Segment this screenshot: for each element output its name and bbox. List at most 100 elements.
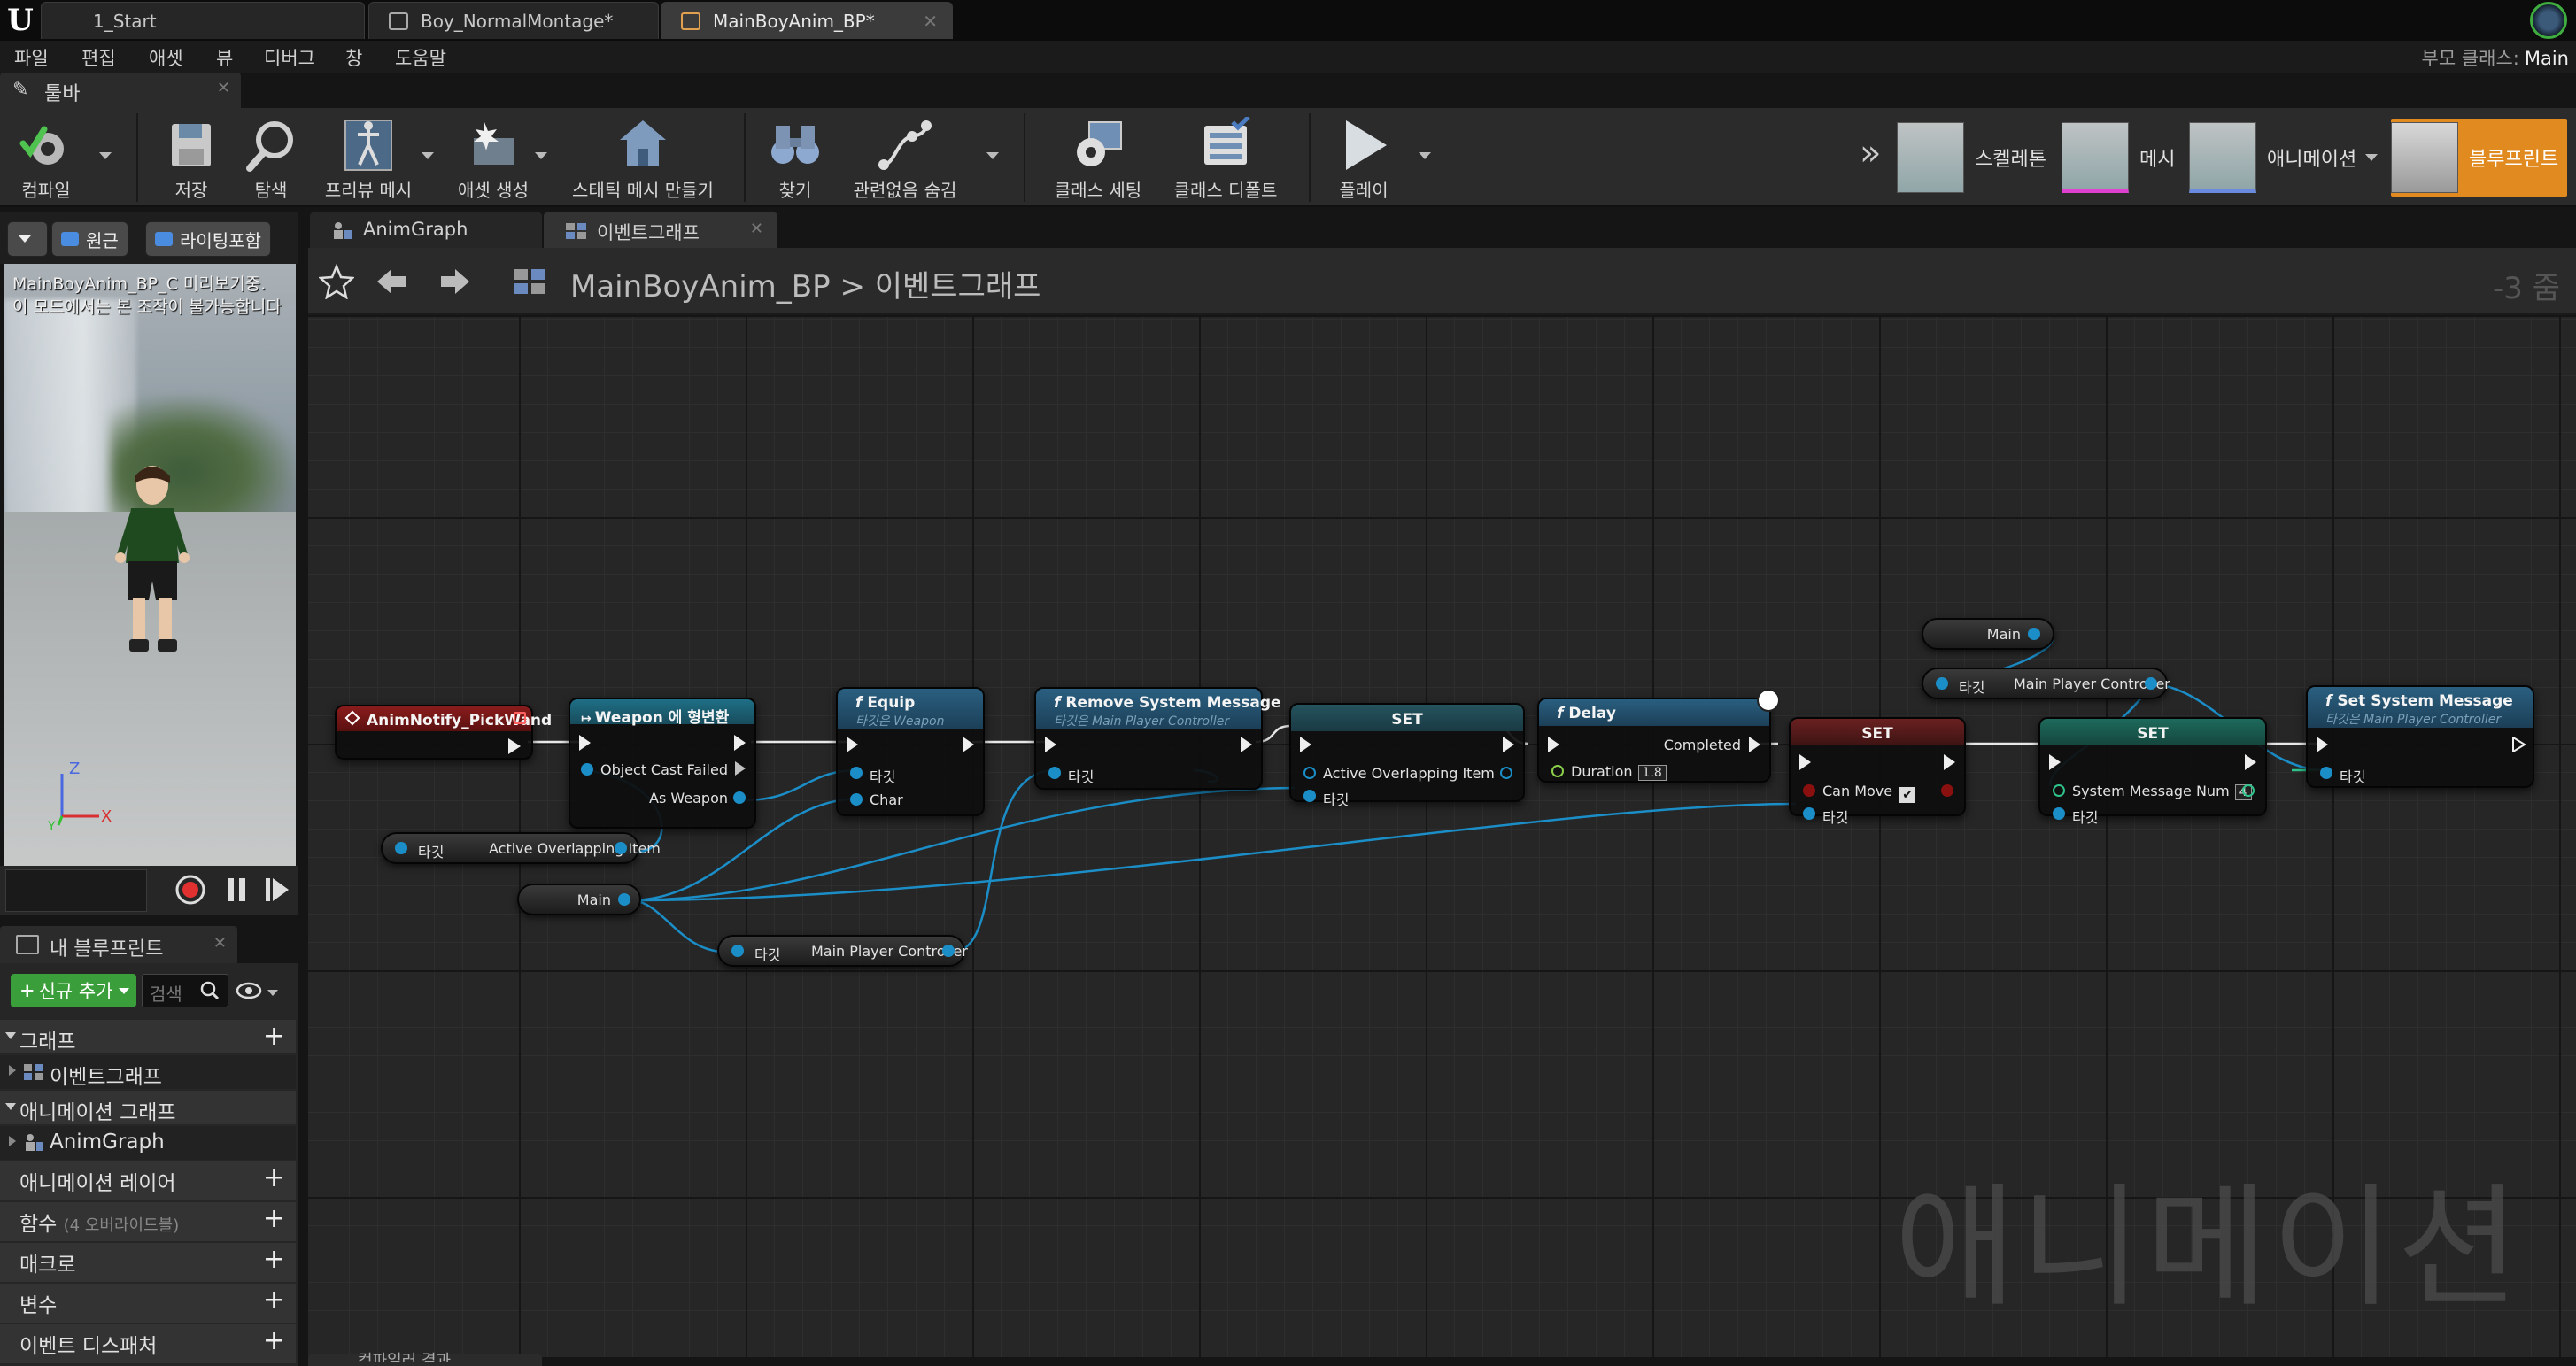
play-dropdown-icon[interactable] [1419,152,1431,159]
parent-class-value[interactable]: Main [2525,48,2569,69]
find-button[interactable]: 찾기 [760,113,831,205]
breadcrumb-root[interactable]: MainBoyAnim_BP [570,269,831,305]
node-get-main[interactable]: Main [517,884,641,915]
toolbar-tab[interactable]: ✎ 툴바 ✕ [0,73,241,108]
target-pin[interactable] [1048,767,1061,779]
add-new-button[interactable]: + 신규 추가 [11,974,136,1007]
node-get-main-player-controller[interactable]: 타깃 Main Player Controller [717,935,968,967]
active-item-out-pin[interactable] [1500,767,1512,779]
category-event-dispatchers[interactable]: 이벤트 디스패처 + [0,1324,296,1363]
as-weapon-pin[interactable] [733,791,746,804]
create-asset-dropdown-icon[interactable] [535,152,547,159]
exec-in-pin[interactable] [1548,737,1559,752]
browse-button[interactable]: 탐색 [236,113,306,205]
delegate-pin-icon[interactable] [514,712,526,724]
pause-icon[interactable] [221,875,251,905]
perspective-button[interactable]: 원근 [51,221,128,257]
output-pin[interactable] [2145,677,2157,690]
output-pin[interactable] [615,842,627,854]
preview-mesh-button[interactable]: 프리뷰 메시 [315,113,422,205]
compiler-results-tab[interactable]: 컴파일러 결과 [308,1352,542,1366]
save-button[interactable]: 저장 [156,113,227,205]
back-arrow-icon[interactable] [375,267,407,296]
menu-edit[interactable]: 편집 [81,44,116,71]
play-button[interactable]: 플레이 [1325,113,1403,205]
exec-in-pin[interactable] [2049,754,2061,770]
mode-animation[interactable]: 애니메이션 [2189,119,2379,197]
add-variable-icon[interactable]: + [263,1285,285,1316]
category-variables[interactable]: 변수 + [0,1284,296,1323]
duration-value-input[interactable]: 1.8 [1637,765,1667,781]
exec-out-pin[interactable] [2512,737,2526,752]
output-pin[interactable] [618,893,630,906]
node-set-system-message[interactable]: f Set System Message 타깃은 Main Player Cont… [2306,685,2534,788]
event-graph-canvas[interactable]: AnimNotify_PickWand ↦ Weapon 에 형변환 Object… [308,317,2576,1357]
node-equip[interactable]: f Equip 타깃은 Weapon 타깃 Char [836,687,985,816]
exec-out-pin[interactable] [2245,754,2256,770]
exec-out-pin[interactable] [508,738,521,754]
menu-help[interactable]: 도움말 [395,44,446,71]
exec-out-pin[interactable] [1944,754,1955,770]
record-icon[interactable] [175,875,205,905]
node-get-main-2[interactable]: Main [1922,618,2054,650]
preview-viewport[interactable]: Z X Y [4,264,296,866]
node-set-active-overlapping-item[interactable]: SET Active Overlapping Item 타깃 [1289,703,1525,808]
exec-in-pin[interactable] [2317,737,2328,752]
class-defaults-button[interactable]: 클래스 디폴트 [1165,113,1286,205]
target-pin[interactable] [1936,677,1948,690]
menu-asset[interactable]: 애셋 [149,44,183,71]
node-delay[interactable]: f Delay Completed Duration 1.8 [1537,689,1780,783]
exec-in-pin[interactable] [847,737,858,752]
target-pin[interactable] [2320,767,2332,779]
close-icon[interactable]: ✕ [213,934,227,953]
output-pin[interactable] [942,945,955,957]
message-num-out-pin[interactable] [2242,784,2255,797]
unreal-logo[interactable]: U [0,0,41,41]
tab-main-boy-anim-bp[interactable]: MainBoyAnim_BP* ✕ [661,2,953,39]
category-macros[interactable]: 매크로 + [0,1243,296,1282]
node-get-active-overlapping-item[interactable]: 타깃 Active Overlapping Item [381,832,661,864]
category-graphs[interactable]: 그래프 + [0,1020,296,1053]
category-anim-graphs[interactable]: 애니메이션 그래프 [0,1091,296,1124]
close-icon[interactable]: ✕ [750,220,763,238]
overflow-chevron-icon[interactable]: » [1860,133,1881,174]
exec-in-pin[interactable] [1300,737,1311,752]
message-num-in-pin[interactable] [2053,784,2065,797]
cast-failed-pin[interactable] [735,761,746,776]
node-cast-to-weapon[interactable]: ↦ Weapon 에 형변환 Object Cast Failed As Weap… [569,698,756,829]
create-asset-button[interactable]: 애셋 생성 [445,113,542,205]
tree-item-anim-graph[interactable]: AnimGraph [0,1126,296,1160]
mode-skeleton[interactable]: 스켈레톤 [1897,119,2046,197]
exec-out-pin[interactable] [1503,737,1514,752]
step-forward-icon[interactable] [262,875,292,905]
node-set-can-move[interactable]: SET Can Move ✔ 타깃 [1789,717,1966,826]
object-pin[interactable] [581,763,593,776]
target-pin[interactable] [731,945,744,957]
completed-exec-pin[interactable] [1749,737,1760,752]
close-icon[interactable]: ✕ [217,79,230,97]
output-pin[interactable] [2028,628,2040,640]
add-anim-layer-icon[interactable]: + [263,1162,285,1193]
category-functions[interactable]: 함수 (4 오버라이드블) + [0,1202,296,1241]
target-pin[interactable] [395,842,407,854]
account-icon[interactable] [2530,2,2567,39]
can-move-out-pin[interactable] [1941,784,1953,797]
add-macro-icon[interactable]: + [263,1244,285,1275]
tab-1-start[interactable]: 1_Start [41,2,365,39]
menu-view[interactable]: 뷰 [216,44,233,71]
target-pin[interactable] [1303,790,1316,802]
node-set-system-message-num[interactable]: SET System Message Num 4 타깃 [2038,717,2267,826]
add-dispatcher-icon[interactable]: + [263,1325,285,1356]
add-graph-icon[interactable]: + [263,1021,285,1052]
target-pin[interactable] [1803,807,1815,820]
exec-in-pin[interactable] [1045,737,1056,752]
target-pin[interactable] [850,767,863,779]
playback-field[interactable] [5,869,147,912]
active-item-in-pin[interactable] [1303,767,1316,779]
viewport-options-button[interactable] [7,221,48,257]
preview-mesh-dropdown-icon[interactable] [422,152,434,159]
tab-event-graph[interactable]: 이벤트그래프 ✕ [544,212,777,248]
can-move-in-pin[interactable] [1803,784,1815,797]
exec-in-pin[interactable] [1799,754,1811,770]
can-move-checkbox[interactable]: ✔ [1899,787,1916,803]
